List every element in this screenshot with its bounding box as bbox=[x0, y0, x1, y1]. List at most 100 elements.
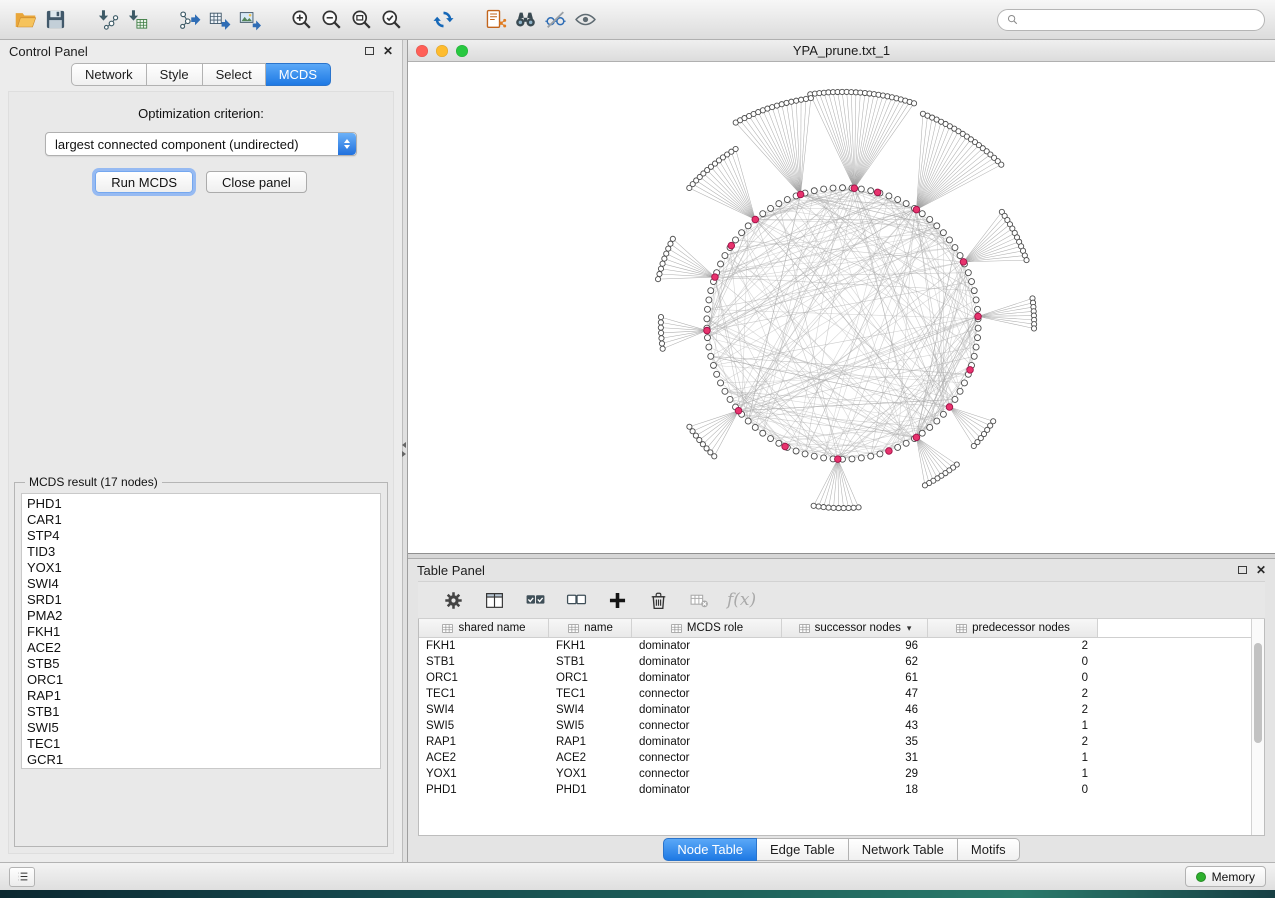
add-row-icon bbox=[607, 590, 628, 611]
close-panel-button[interactable]: ✕ bbox=[383, 44, 393, 58]
table-row[interactable]: PHD1PHD1dominator180 bbox=[419, 782, 1251, 798]
export-table-icon bbox=[208, 8, 231, 31]
tab-style[interactable]: Style bbox=[147, 63, 203, 86]
column-header-shared-name[interactable]: shared name bbox=[419, 619, 549, 637]
import-network-button[interactable] bbox=[92, 5, 122, 35]
mcds-node-item[interactable]: SRD1 bbox=[27, 592, 380, 608]
table-row[interactable]: RAP1RAP1dominator352 bbox=[419, 734, 1251, 750]
table-row[interactable]: STB1STB1dominator620 bbox=[419, 654, 1251, 670]
table-panel-title: Table Panel bbox=[417, 563, 485, 578]
cell-mcds-role: dominator bbox=[632, 670, 782, 686]
zoom-selected-button[interactable] bbox=[376, 5, 406, 35]
window-close-button[interactable] bbox=[416, 45, 428, 57]
panel-splitter[interactable] bbox=[402, 40, 408, 862]
tab-motifs[interactable]: Motifs bbox=[958, 838, 1020, 861]
refresh-icon bbox=[432, 8, 455, 31]
table-close-button[interactable]: ✕ bbox=[1256, 563, 1266, 577]
network-window-titlebar[interactable]: YPA_prune.txt_1 bbox=[408, 40, 1275, 62]
table-scrollbar[interactable] bbox=[1251, 619, 1264, 835]
mcds-node-item[interactable]: GCR1 bbox=[27, 752, 380, 768]
tab-network[interactable]: Network bbox=[71, 63, 147, 86]
list-icon bbox=[15, 869, 30, 884]
float-icon bbox=[1238, 566, 1247, 574]
toolbar-group bbox=[480, 5, 600, 35]
cell-shared-name: ACE2 bbox=[419, 750, 549, 766]
deselect-all-button[interactable] bbox=[563, 587, 589, 613]
column-header-successor-nodes[interactable]: successor nodes▾ bbox=[782, 619, 928, 637]
mcds-result-list[interactable]: PHD1CAR1STP4TID3YOX1SWI4SRD1PMA2FKH1ACE2… bbox=[21, 493, 381, 769]
export-network-button[interactable] bbox=[174, 5, 204, 35]
mcds-node-item[interactable]: TID3 bbox=[27, 544, 380, 560]
mcds-node-item[interactable]: PHD1 bbox=[27, 496, 380, 512]
column-header-name[interactable]: name bbox=[549, 619, 632, 637]
memory-button[interactable]: Memory bbox=[1185, 866, 1266, 887]
gear-button[interactable] bbox=[440, 587, 466, 613]
criterion-select[interactable]: largest connected component (undirected) bbox=[45, 132, 357, 156]
cell-successor-nodes: 35 bbox=[782, 734, 928, 750]
doc-share-button[interactable] bbox=[480, 5, 510, 35]
columns-button[interactable] bbox=[481, 587, 507, 613]
window-zoom-button[interactable] bbox=[456, 45, 468, 57]
export-table-button[interactable] bbox=[204, 5, 234, 35]
tab-select[interactable]: Select bbox=[203, 63, 266, 86]
mcds-node-item[interactable]: SWI5 bbox=[27, 720, 380, 736]
table-row[interactable]: SWI5SWI5connector431 bbox=[419, 718, 1251, 734]
add-row-button[interactable] bbox=[604, 587, 630, 613]
mcds-node-item[interactable]: TEC1 bbox=[27, 736, 380, 752]
status-list-button[interactable] bbox=[9, 867, 35, 887]
binoculars-button[interactable] bbox=[510, 5, 540, 35]
eye-button[interactable] bbox=[570, 5, 600, 35]
sort-dropdown-icon[interactable]: ▾ bbox=[907, 623, 912, 634]
float-panel-button[interactable] bbox=[365, 44, 374, 58]
refresh-button[interactable] bbox=[428, 5, 458, 35]
table-row[interactable]: TEC1TEC1connector472 bbox=[419, 686, 1251, 702]
mcds-node-item[interactable]: RAP1 bbox=[27, 688, 380, 704]
search-input[interactable] bbox=[1020, 13, 1256, 27]
zoom-in-button[interactable] bbox=[286, 5, 316, 35]
mcds-node-item[interactable]: STB5 bbox=[27, 656, 380, 672]
mcds-node-item[interactable]: ORC1 bbox=[27, 672, 380, 688]
save-button[interactable] bbox=[40, 5, 70, 35]
table-row[interactable]: YOX1YOX1connector291 bbox=[419, 766, 1251, 782]
mcds-node-item[interactable]: SWI4 bbox=[27, 576, 380, 592]
zoom-fit-button[interactable] bbox=[346, 5, 376, 35]
window-minimize-button[interactable] bbox=[436, 45, 448, 57]
tab-edge-table[interactable]: Edge Table bbox=[757, 838, 849, 861]
table-row[interactable]: ORC1ORC1dominator610 bbox=[419, 670, 1251, 686]
table-toolbar: f(x) bbox=[418, 581, 1265, 619]
table-row[interactable]: FKH1FKH1dominator962 bbox=[419, 638, 1251, 654]
tab-network-table[interactable]: Network Table bbox=[849, 838, 958, 861]
mcds-node-item[interactable]: ACE2 bbox=[27, 640, 380, 656]
open-folder-button[interactable] bbox=[10, 5, 40, 35]
column-header-predecessor-nodes[interactable]: predecessor nodes bbox=[928, 619, 1098, 637]
mcds-node-item[interactable]: STP4 bbox=[27, 528, 380, 544]
columns-icon bbox=[484, 590, 505, 611]
table-row[interactable]: SWI4SWI4dominator462 bbox=[419, 702, 1251, 718]
table-float-button[interactable] bbox=[1238, 563, 1247, 577]
splitter-collapse-icon[interactable] bbox=[402, 442, 406, 457]
mcds-result-group: MCDS result (17 nodes) PHD1CAR1STP4TID3Y… bbox=[14, 475, 388, 847]
close-panel-action-button[interactable]: Close panel bbox=[206, 171, 307, 193]
cell-name: SWI5 bbox=[549, 718, 632, 734]
table-row[interactable]: ACE2ACE2connector311 bbox=[419, 750, 1251, 766]
export-image-button[interactable] bbox=[234, 5, 264, 35]
delete-row-button[interactable] bbox=[645, 587, 671, 613]
network-canvas[interactable] bbox=[408, 62, 1275, 553]
mcds-node-item[interactable]: PMA2 bbox=[27, 608, 380, 624]
mcds-node-item[interactable]: STB1 bbox=[27, 704, 380, 720]
column-header-mcds-role[interactable]: MCDS role bbox=[632, 619, 782, 637]
mcds-node-item[interactable]: CAR1 bbox=[27, 512, 380, 528]
mcds-node-item[interactable]: FKH1 bbox=[27, 624, 380, 640]
mcds-node-item[interactable]: YOX1 bbox=[27, 560, 380, 576]
zoom-out-button[interactable] bbox=[316, 5, 346, 35]
criterion-select-value: largest connected component (undirected) bbox=[55, 137, 299, 152]
run-mcds-button[interactable]: Run MCDS bbox=[95, 171, 193, 193]
tab-mcds[interactable]: MCDS bbox=[266, 63, 331, 86]
attribute-icon bbox=[798, 622, 811, 635]
search-field[interactable] bbox=[997, 9, 1265, 31]
tab-node-table[interactable]: Node Table bbox=[663, 838, 757, 861]
table-scrollbar-thumb[interactable] bbox=[1254, 643, 1262, 743]
select-all-button[interactable] bbox=[522, 587, 548, 613]
import-table-button[interactable] bbox=[122, 5, 152, 35]
glasses-slash-button[interactable] bbox=[540, 5, 570, 35]
